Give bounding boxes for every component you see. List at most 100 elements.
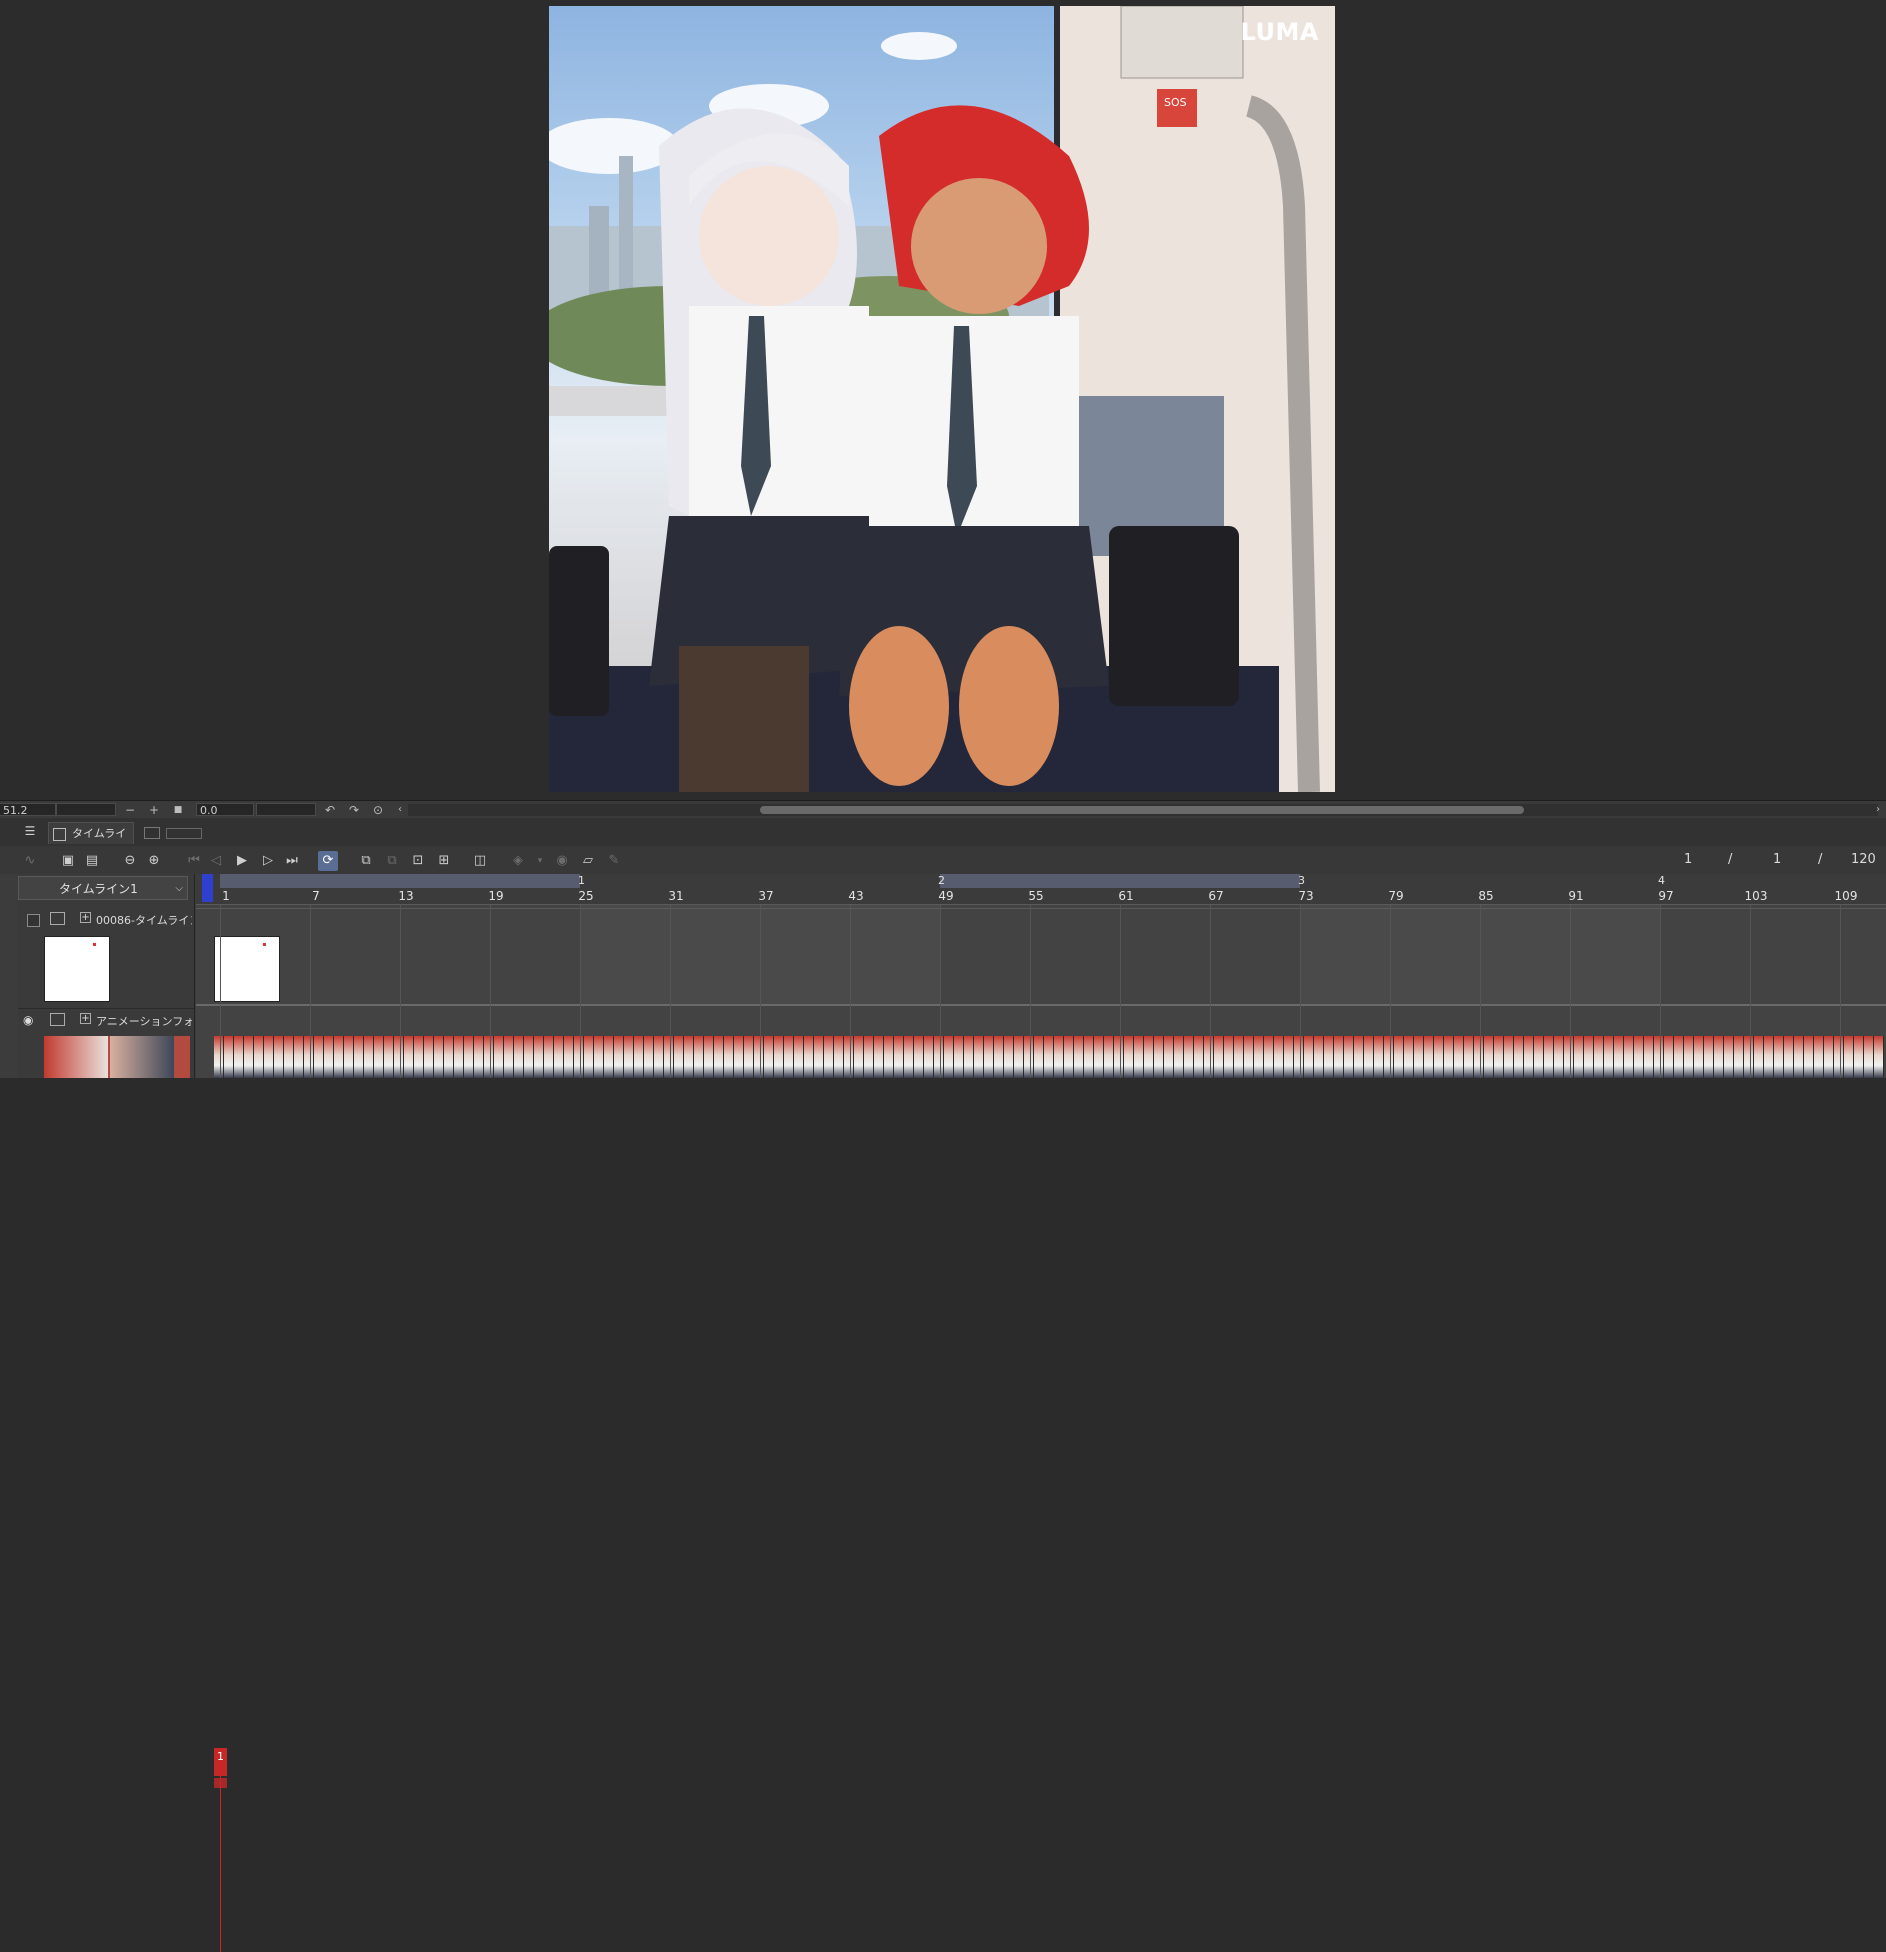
timeline-settings-icon[interactable]: ▤ (82, 851, 102, 871)
frames-area[interactable]: 1 2 3 4 1 7 13 19 25 31 37 43 49 55 61 67 73 79 85 91 97 103 1… (196, 874, 1886, 1078)
animation-cel[interactable] (1444, 1036, 1454, 1078)
animation-cel[interactable] (1174, 1036, 1184, 1078)
delete-cel-icon[interactable]: ⊡ (408, 851, 428, 871)
animation-cel[interactable] (484, 1036, 494, 1078)
animation-cel[interactable] (244, 1036, 254, 1078)
animation-cel[interactable] (974, 1036, 984, 1078)
animation-cel[interactable] (1514, 1036, 1524, 1078)
animation-cel[interactable] (644, 1036, 654, 1078)
animation-cel[interactable] (454, 1036, 464, 1078)
animation-cel[interactable] (624, 1036, 634, 1078)
work-area-start-marker[interactable] (202, 874, 213, 902)
new-timeline-icon[interactable]: ▣ (58, 851, 78, 871)
animation-cel[interactable] (504, 1036, 514, 1078)
reset-rotation-icon[interactable]: ⊙ (370, 802, 386, 818)
animation-cel[interactable] (1294, 1036, 1304, 1078)
specify-cel-icon[interactable]: ⧉ (382, 851, 402, 871)
animation-cel[interactable] (564, 1036, 574, 1078)
animation-cel[interactable] (424, 1036, 434, 1078)
animation-cel[interactable] (1604, 1036, 1614, 1078)
animation-cel[interactable] (1054, 1036, 1064, 1078)
animation-cel[interactable] (234, 1036, 244, 1078)
animation-cel[interactable] (1134, 1036, 1144, 1078)
animation-cel[interactable] (1384, 1036, 1394, 1078)
animation-cel[interactable] (844, 1036, 854, 1078)
keyframe-dropdown-icon[interactable]: ▾ (530, 851, 550, 871)
animation-cel[interactable] (304, 1036, 314, 1078)
animation-cel[interactable] (894, 1036, 904, 1078)
animation-cel[interactable] (714, 1036, 724, 1078)
animation-cel[interactable] (854, 1036, 864, 1078)
animation-cel[interactable] (784, 1036, 794, 1078)
animation-cel[interactable] (254, 1036, 264, 1078)
keyframe-icon[interactable]: ◈ (508, 851, 528, 871)
animation-cel[interactable] (814, 1036, 824, 1078)
animation-cel[interactable] (574, 1036, 584, 1078)
animation-cel[interactable] (1334, 1036, 1344, 1078)
animation-cel[interactable] (604, 1036, 614, 1078)
animation-cel[interactable] (834, 1036, 844, 1078)
animation-cel[interactable] (1024, 1036, 1034, 1078)
animation-cel[interactable] (1084, 1036, 1094, 1078)
animation-cel[interactable] (1254, 1036, 1264, 1078)
animation-cel[interactable] (1594, 1036, 1604, 1078)
animation-cel[interactable] (1394, 1036, 1404, 1078)
pen-icon[interactable]: ✎ (604, 851, 624, 871)
expand-icon[interactable]: + (80, 1013, 91, 1024)
animation-cel[interactable] (1654, 1036, 1664, 1078)
animation-cel[interactable] (1474, 1036, 1484, 1078)
animation-cel[interactable] (864, 1036, 874, 1078)
animation-cel[interactable] (324, 1036, 334, 1078)
animation-cel[interactable] (514, 1036, 524, 1078)
animation-cel[interactable] (404, 1036, 414, 1078)
next-frame-icon[interactable]: ▷ (258, 851, 278, 871)
animation-cel[interactable] (924, 1036, 934, 1078)
animation-cel[interactable] (1784, 1036, 1794, 1078)
animation-cel[interactable] (1464, 1036, 1474, 1078)
animation-cel[interactable] (1694, 1036, 1704, 1078)
animation-cel[interactable] (1494, 1036, 1504, 1078)
animation-cel[interactable] (1544, 1036, 1554, 1078)
animation-cel[interactable] (364, 1036, 374, 1078)
scroll-right-icon[interactable]: › (1870, 802, 1886, 818)
animation-cel[interactable] (1844, 1036, 1854, 1078)
animation-cel[interactable] (664, 1036, 674, 1078)
animation-cel[interactable] (554, 1036, 564, 1078)
animation-cel[interactable] (1114, 1036, 1124, 1078)
animation-cel[interactable] (544, 1036, 554, 1078)
animation-cel[interactable] (954, 1036, 964, 1078)
animation-cel[interactable] (1634, 1036, 1644, 1078)
animation-cel[interactable] (1584, 1036, 1594, 1078)
animation-cel[interactable] (1524, 1036, 1534, 1078)
graph-icon[interactable]: ∿ (20, 851, 40, 871)
animation-cel[interactable] (914, 1036, 924, 1078)
animation-cel[interactable] (1144, 1036, 1154, 1078)
animation-cel[interactable] (1364, 1036, 1374, 1078)
eye-icon[interactable]: ◉ (23, 1013, 33, 1027)
zoom-in-icon[interactable]: + (146, 802, 162, 818)
animation-cel[interactable] (1064, 1036, 1074, 1078)
animation-cel[interactable] (794, 1036, 804, 1078)
panel-menu-icon[interactable]: ☰ (20, 821, 40, 841)
animation-cel[interactable] (724, 1036, 734, 1078)
animation-cel[interactable] (1404, 1036, 1414, 1078)
fit-screen-icon[interactable]: ■ (170, 802, 186, 818)
animation-cel-strip[interactable] (214, 1036, 1886, 1078)
animation-cel[interactable] (464, 1036, 474, 1078)
animation-cel[interactable] (1284, 1036, 1294, 1078)
animation-cel[interactable] (1224, 1036, 1234, 1078)
animation-cel[interactable] (1454, 1036, 1464, 1078)
animation-cel[interactable] (874, 1036, 884, 1078)
animation-cel[interactable] (984, 1036, 994, 1078)
animation-cel[interactable] (654, 1036, 664, 1078)
animation-cel[interactable] (674, 1036, 684, 1078)
animation-cel[interactable] (764, 1036, 774, 1078)
animation-cel[interactable] (614, 1036, 624, 1078)
first-frame-icon[interactable]: ⏮ (184, 851, 204, 871)
animation-cel[interactable] (524, 1036, 534, 1078)
animation-cel[interactable] (1864, 1036, 1874, 1078)
animation-cel[interactable] (274, 1036, 284, 1078)
new-cel-icon[interactable]: ⧉ (356, 851, 376, 871)
animation-cel[interactable] (354, 1036, 364, 1078)
animation-cel[interactable] (1734, 1036, 1744, 1078)
